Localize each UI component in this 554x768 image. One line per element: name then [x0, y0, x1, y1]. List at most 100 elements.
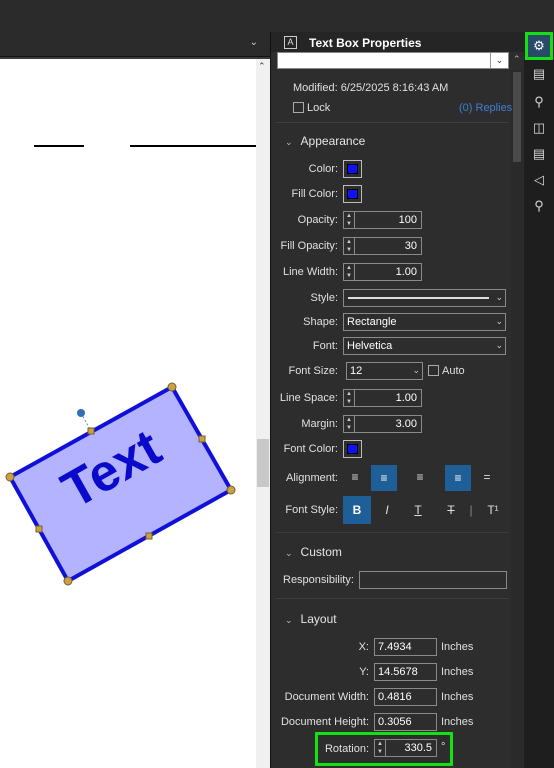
gear-icon[interactable]: ⚙	[525, 32, 553, 60]
fill-color-swatch[interactable]	[343, 185, 362, 203]
margin-label: Margin:	[301, 418, 338, 430]
resize-handle[interactable]	[198, 435, 206, 443]
superscript-button[interactable]: T¹	[483, 500, 503, 520]
shape-value: Rectangle	[347, 316, 397, 328]
resize-handle[interactable]	[5, 472, 15, 482]
layout-section-header[interactable]: ⌄ Layout	[285, 612, 337, 626]
auto-checkbox[interactable]	[428, 365, 439, 376]
document-height-input[interactable]: 0.3056	[374, 713, 437, 731]
stepper-arrows[interactable]: ▲ ▼	[344, 212, 355, 228]
fill-color-swatch-fill	[347, 189, 358, 199]
underline-button[interactable]: T	[408, 500, 428, 520]
text-box-icon: A	[284, 36, 297, 49]
rotation-label: Rotation:	[324, 743, 369, 755]
chevron-down-icon: ⌄	[412, 365, 420, 375]
align-center-button[interactable]: ≡	[371, 465, 397, 491]
chevron-down-icon: ⌄	[495, 340, 503, 350]
align-left-button[interactable]: ≡	[345, 467, 365, 487]
stack-icon[interactable]: ▤	[529, 144, 549, 164]
document-width-label: Document Width:	[284, 691, 369, 703]
stepper-arrows[interactable]: ▲ ▼	[375, 740, 386, 756]
appearance-section-header[interactable]: ⌄ Appearance	[285, 134, 365, 148]
valign-top-button[interactable]: ≡	[445, 465, 471, 491]
document-width-input[interactable]: 0.4816	[374, 688, 437, 706]
x-input[interactable]: 7.4934	[374, 638, 437, 656]
fill-opacity-stepper[interactable]: ▲ ▼ 30	[343, 237, 422, 255]
font-color-label: Font Color:	[283, 443, 338, 455]
y-input[interactable]: 14.5678	[374, 663, 437, 681]
resize-handle[interactable]	[87, 427, 95, 435]
lock-checkbox[interactable]	[293, 102, 304, 113]
resize-handle[interactable]	[167, 382, 177, 392]
chevron-down-icon[interactable]: ⌄	[490, 53, 508, 68]
font-color-swatch-fill	[347, 444, 358, 454]
scrollbar-thumb[interactable]	[257, 439, 269, 487]
panel-scrollbar[interactable]	[511, 70, 523, 768]
right-tool-rail: ⚙ ▤ ⚲ ◫ ▤ ◁ ⚲	[524, 32, 554, 768]
bold-button[interactable]: B	[343, 496, 371, 524]
resize-handle[interactable]	[145, 532, 153, 540]
rotation-handle[interactable]	[77, 409, 85, 417]
font-value: Helvetica	[347, 340, 393, 352]
document-scrollbar[interactable]: ⌃	[256, 59, 270, 768]
strikethrough-button[interactable]: T	[441, 500, 461, 520]
chevron-down-icon: ⌄	[495, 316, 503, 326]
map-pin-icon[interactable]: ⚲	[529, 92, 549, 112]
resize-handle[interactable]	[63, 576, 73, 586]
chevron-down-icon: ⌄	[285, 548, 293, 558]
x-unit: Inches	[441, 641, 474, 653]
line-width-stepper[interactable]: ▲ ▼ 1.00	[343, 263, 422, 281]
font-color-swatch[interactable]	[343, 440, 362, 458]
subject-combo[interactable]: ⌄	[277, 52, 509, 69]
stepper-arrows[interactable]: ▲ ▼	[344, 390, 355, 406]
opacity-value: 100	[398, 214, 417, 226]
ruler-icon[interactable]: ▤	[529, 64, 549, 84]
text-box-annotation[interactable]: Text	[5, 382, 236, 586]
margin-stepper[interactable]: ▲ ▼ 3.00	[343, 415, 422, 433]
font-select[interactable]: Helvetica ⌄	[343, 337, 506, 355]
line-width-value: 1.00	[395, 266, 417, 278]
italic-button[interactable]: I	[377, 500, 397, 520]
replies-link[interactable]: (0) Replies	[459, 102, 512, 114]
rotation-stepper[interactable]: ▲ ▼ 330.5	[374, 739, 437, 757]
layers-icon[interactable]: ◫	[529, 118, 549, 138]
fill-opacity-value: 30	[404, 240, 417, 252]
chevron-down-icon[interactable]: ⌄	[250, 37, 258, 48]
stepper-arrows[interactable]: ▲ ▼	[344, 264, 355, 280]
scroll-up-icon[interactable]: ⌃	[513, 54, 521, 65]
resize-handle[interactable]	[35, 525, 43, 533]
responsibility-input[interactable]	[359, 571, 507, 589]
color-swatch[interactable]	[343, 160, 362, 178]
y-label: Y:	[359, 666, 369, 678]
document-width-unit: Inches	[441, 691, 474, 703]
responsibility-label: Responsibility:	[283, 574, 354, 586]
x-label: X:	[358, 641, 369, 653]
rotation-unit: °	[441, 741, 446, 753]
fill-color-label: Fill Color:	[291, 188, 338, 200]
resize-handle[interactable]	[226, 485, 236, 495]
rotation-value: 330.5	[404, 742, 432, 754]
drawing-canvas[interactable]: Text	[0, 59, 256, 768]
align-right-button[interactable]: ≡	[410, 467, 430, 487]
opacity-stepper[interactable]: ▲ ▼ 100	[343, 211, 422, 229]
stepper-arrows[interactable]: ▲ ▼	[344, 238, 355, 254]
y-unit: Inches	[441, 666, 474, 678]
line-space-stepper[interactable]: ▲ ▼ 1.00	[343, 389, 422, 407]
scroll-up-icon[interactable]: ⌃	[258, 61, 266, 72]
document-height-value: 0.3056	[378, 716, 412, 728]
valign-middle-button[interactable]: =	[477, 467, 497, 487]
panel-title-bar: A Text Box Properties	[271, 32, 525, 52]
line-space-value: 1.00	[395, 392, 417, 404]
shape-select[interactable]: Rectangle ⌄	[343, 313, 506, 331]
document-width-value: 0.4816	[378, 691, 412, 703]
line-style-select[interactable]: ⌄	[343, 289, 506, 307]
divider	[275, 532, 509, 533]
tag-icon[interactable]: ◁	[529, 170, 549, 190]
stepper-arrows[interactable]: ▲ ▼	[344, 416, 355, 432]
alignment-label: Alignment:	[286, 472, 338, 484]
search-icon[interactable]: ⚲	[529, 196, 549, 216]
font-size-select[interactable]: 12 ⌄	[346, 362, 423, 380]
color-swatch-fill	[347, 164, 358, 174]
custom-section-header[interactable]: ⌄ Custom	[285, 545, 342, 559]
scrollbar-thumb[interactable]	[513, 72, 521, 162]
